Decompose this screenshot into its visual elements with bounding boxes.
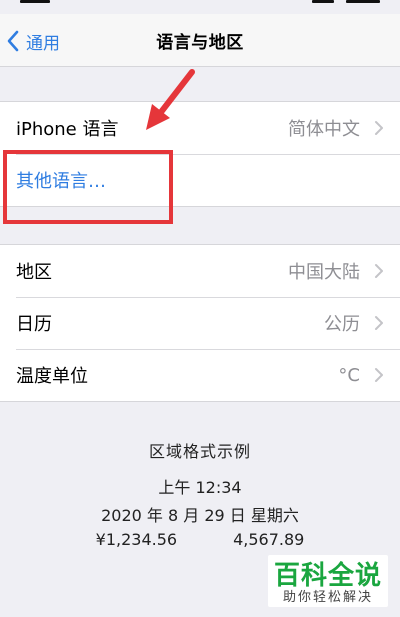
page-title: 语言与地区 bbox=[156, 33, 244, 53]
chevron-right-icon bbox=[375, 121, 383, 135]
chevron-right-icon bbox=[375, 264, 383, 278]
temperature-unit-row[interactable]: 温度单位 °C bbox=[0, 349, 400, 401]
watermark-sub-text: 助你轻松解决 bbox=[282, 590, 373, 605]
chevron-right-icon bbox=[375, 368, 383, 382]
iphone-language-row[interactable]: iPhone 语言 简体中文 bbox=[0, 102, 400, 154]
chevron-right-icon bbox=[375, 316, 383, 330]
iphone-language-label: iPhone 语言 bbox=[16, 119, 119, 140]
region-settings-group: 地区 中国大陆 日历 公历 温度单位 °C bbox=[0, 244, 400, 402]
format-example-currency: ¥1,234.56 bbox=[95, 530, 178, 549]
annotation-arrow-icon bbox=[146, 69, 195, 130]
calendar-label: 日历 bbox=[16, 314, 52, 335]
format-example-date: 2020 年 8 月 29 日 星期六 bbox=[101, 506, 299, 525]
format-example-numbers: ¥1,234.56 4,567.89 bbox=[0, 530, 400, 549]
region-label: 地区 bbox=[16, 262, 52, 283]
format-example-number: 4,567.89 bbox=[233, 530, 305, 549]
temperature-unit-label: 温度单位 bbox=[16, 366, 88, 387]
format-example-time: 上午 12:34 bbox=[158, 478, 242, 497]
annotation-highlight-box bbox=[3, 150, 173, 224]
format-example-title: 区域格式示例 bbox=[148, 442, 251, 461]
navigation-bar: 通用 语言与地区 bbox=[0, 14, 400, 67]
region-value: 中国大陆 bbox=[288, 262, 360, 283]
temperature-unit-value: °C bbox=[338, 364, 360, 386]
calendar-value: 公历 bbox=[324, 314, 360, 335]
region-format-example: 区域格式示例 上午 12:34 2020 年 8 月 29 日 星期六 ¥1,2… bbox=[0, 438, 400, 549]
watermark-logo: 百科全说 助你轻松解决 bbox=[268, 555, 388, 607]
region-row[interactable]: 地区 中国大陆 bbox=[0, 245, 400, 297]
status-bar bbox=[0, 0, 400, 14]
calendar-row[interactable]: 日历 公历 bbox=[0, 297, 400, 349]
iphone-language-value: 简体中文 bbox=[288, 119, 360, 140]
